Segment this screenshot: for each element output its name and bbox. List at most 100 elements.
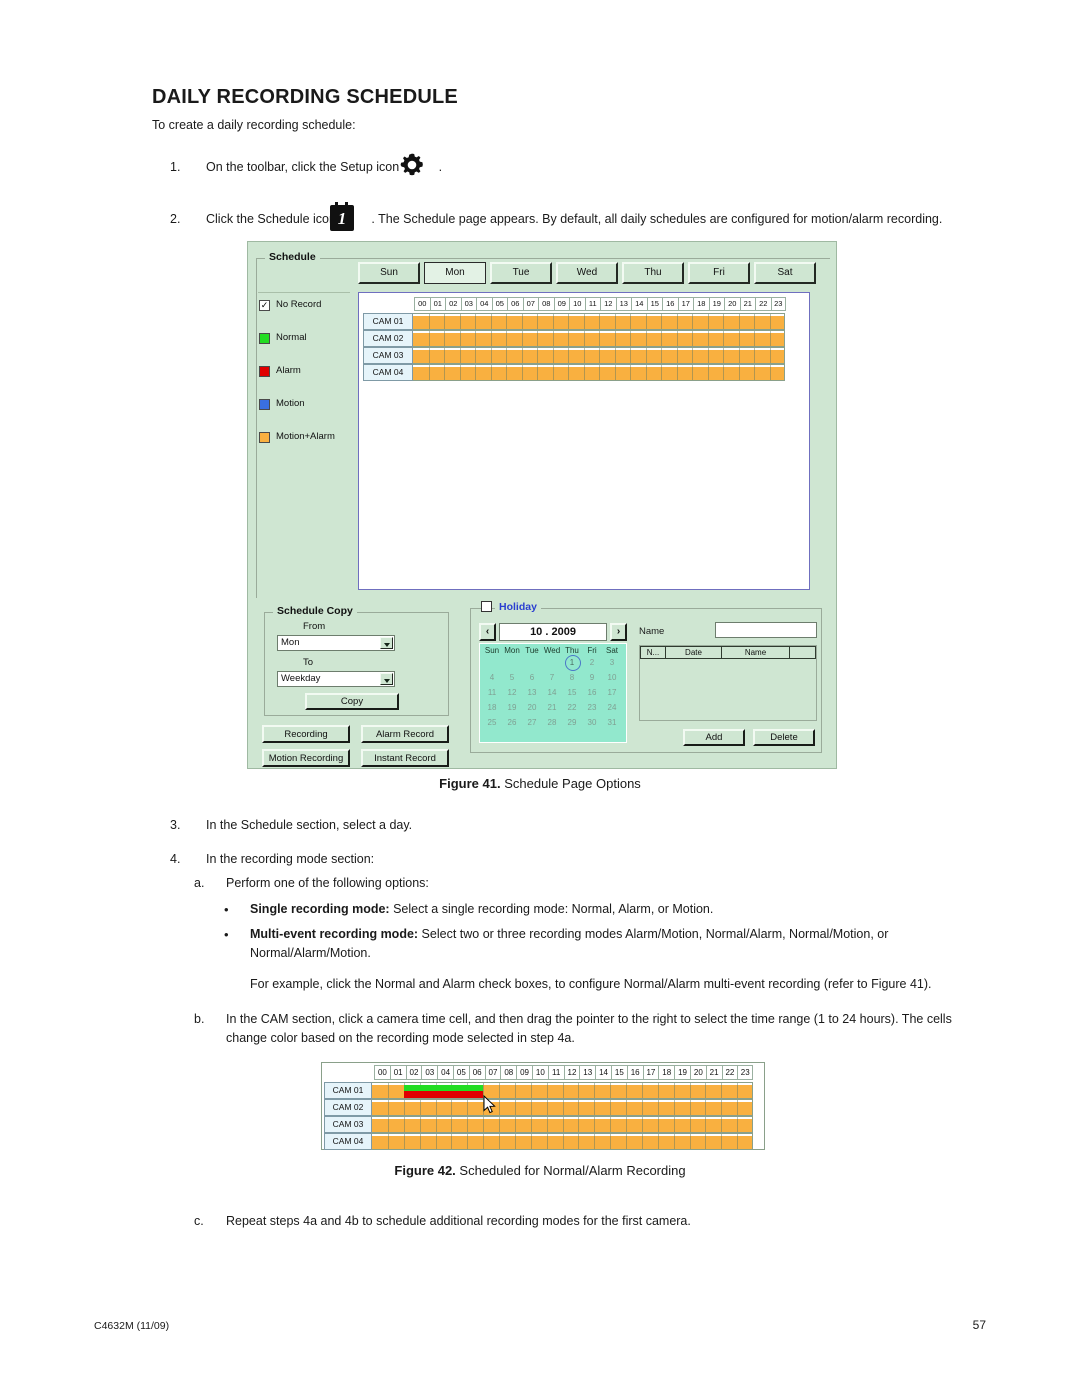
camera-timeline-track[interactable] [413,330,785,347]
calendar-day[interactable]: 2 [582,655,602,670]
add-holiday-button[interactable]: Add [683,729,745,746]
calendar-day[interactable]: 14 [542,685,562,700]
legend-item-alarm[interactable]: Alarm [258,365,353,399]
camera-rows: CAM 01 CAM 02 CAM 03 CAM 04 [363,313,785,381]
calendar-day[interactable]: 26 [502,715,522,730]
motion-alarm-color-swatch[interactable] [259,432,270,443]
day-tab-tue[interactable]: Tue [490,262,552,284]
calendar-day[interactable]: 16 [582,685,602,700]
motion-recording-button[interactable]: Motion Recording [262,749,350,767]
holiday-checkbox[interactable] [481,601,492,612]
calendar-day[interactable]: 28 [542,715,562,730]
copy-from-select[interactable]: Mon [277,635,395,651]
calendar-day[interactable]: 5 [502,670,522,685]
calendar-day[interactable]: 8 [562,670,582,685]
calendar-day[interactable]: 21 [542,700,562,715]
step-4-number: 4. [170,852,181,866]
day-tab-wed[interactable]: Wed [556,262,618,284]
normal-color-swatch[interactable] [259,333,270,344]
holiday-calendar[interactable]: Sun Mon Tue Wed Thu Fri Sat 1 2 3 4 5 6 … [479,643,627,743]
camera-timeline-track[interactable] [372,1116,753,1133]
calendar-day[interactable]: 31 [602,715,622,730]
camera-timeline-track[interactable] [413,364,785,381]
instant-record-button[interactable]: Instant Record [361,749,449,767]
calendar-day[interactable]: 4 [482,670,502,685]
calendar-day[interactable]: 19 [502,700,522,715]
table-row[interactable]: CAM 02 [363,330,785,347]
table-row[interactable]: CAM 04 [363,364,785,381]
holiday-name-input[interactable] [715,622,817,638]
calendar-day[interactable]: 11 [482,685,502,700]
table-row[interactable]: CAM 01 [363,313,785,330]
camera-timeline-track[interactable] [372,1082,753,1099]
calendar-day[interactable]: 20 [522,700,542,715]
legend-item-motion[interactable]: Motion [258,398,353,432]
calendar-day[interactable]: 27 [522,715,542,730]
calendar-day[interactable] [542,655,562,670]
alarm-color-swatch[interactable] [259,366,270,377]
camera-timeline-track[interactable] [413,347,785,364]
camera-label: CAM 02 [324,1099,372,1116]
calendar-day[interactable]: 22 [562,700,582,715]
chevron-down-icon[interactable] [380,637,393,649]
step-3-text: In the Schedule section, select a day. [206,818,413,832]
day-tab-sun[interactable]: Sun [358,262,420,284]
table-row[interactable]: CAM 03 [363,347,785,364]
camera-timeline-track[interactable] [372,1133,753,1150]
calendar-day[interactable] [482,655,502,670]
legend-item-motion-alarm[interactable]: Motion+Alarm [258,431,353,465]
hour-label: 03 [460,297,476,311]
calendar-day[interactable]: 6 [522,670,542,685]
day-tab-thu[interactable]: Thu [622,262,684,284]
calendar-day[interactable]: 13 [522,685,542,700]
motion-color-swatch[interactable] [259,399,270,410]
chevron-down-icon[interactable] [380,673,393,685]
calendar-day[interactable]: 29 [562,715,582,730]
calendar-day[interactable] [522,655,542,670]
prev-month-button[interactable]: ‹ [479,623,496,641]
month-year-value[interactable]: 10 . 2009 [499,623,607,641]
calendar-day[interactable]: 17 [602,685,622,700]
alarm-selection-bar[interactable] [403,1091,484,1098]
table-row[interactable]: CAM 04 [324,1133,753,1150]
calendar-day[interactable]: 3 [602,655,622,670]
calendar-day-selected[interactable]: 1 [562,655,582,671]
calendar-day[interactable]: 12 [502,685,522,700]
camera-timeline-track[interactable] [372,1099,753,1116]
calendar-day[interactable] [502,655,522,670]
table-row[interactable]: CAM 03 [324,1116,753,1133]
calendar-day[interactable]: 10 [602,670,622,685]
table-row[interactable]: CAM 01 [324,1082,753,1099]
copy-to-select[interactable]: Weekday [277,671,395,687]
day-tab-fri[interactable]: Fri [688,262,750,284]
copy-button[interactable]: Copy [305,693,399,710]
recording-button[interactable]: Recording [262,725,350,743]
figure-41-caption: Figure 41. Schedule Page Options [0,776,1080,791]
figure-42-number: Figure 42. [394,1163,456,1178]
calendar-schedule-icon[interactable]: 1 [330,202,354,231]
no-record-checkbox[interactable]: ✓ [259,300,270,311]
delete-holiday-button[interactable]: Delete [753,729,815,746]
calendar-day[interactable]: 15 [562,685,582,700]
hour-label: 09 [553,297,569,311]
calendar-day[interactable]: 18 [482,700,502,715]
figure-42-camera-rows: CAM 01 CAM 02 CAM 03 CAM 04 [324,1082,753,1150]
table-row[interactable]: CAM 02 [324,1099,753,1116]
hour-label: 11 [547,1065,564,1080]
legend-item-normal[interactable]: Normal [258,332,353,366]
alarm-record-button[interactable]: Alarm Record [361,725,449,743]
day-tab-mon[interactable]: Mon [424,262,486,284]
legend-item-no-record[interactable]: ✓ No Record [258,299,353,333]
hour-label: 09 [516,1065,532,1080]
gear-icon[interactable] [399,152,425,178]
camera-timeline-track[interactable] [413,313,785,330]
calendar-day[interactable]: 7 [542,670,562,685]
calendar-day[interactable]: 23 [582,700,602,715]
calendar-day[interactable]: 9 [582,670,602,685]
calendar-day[interactable]: 24 [602,700,622,715]
next-month-button[interactable]: › [610,623,627,641]
calendar-day[interactable]: 30 [582,715,602,730]
step-4c: c. Repeat steps 4a and 4b to schedule ad… [194,1212,954,1231]
calendar-day[interactable]: 25 [482,715,502,730]
day-tab-sat[interactable]: Sat [754,262,816,284]
